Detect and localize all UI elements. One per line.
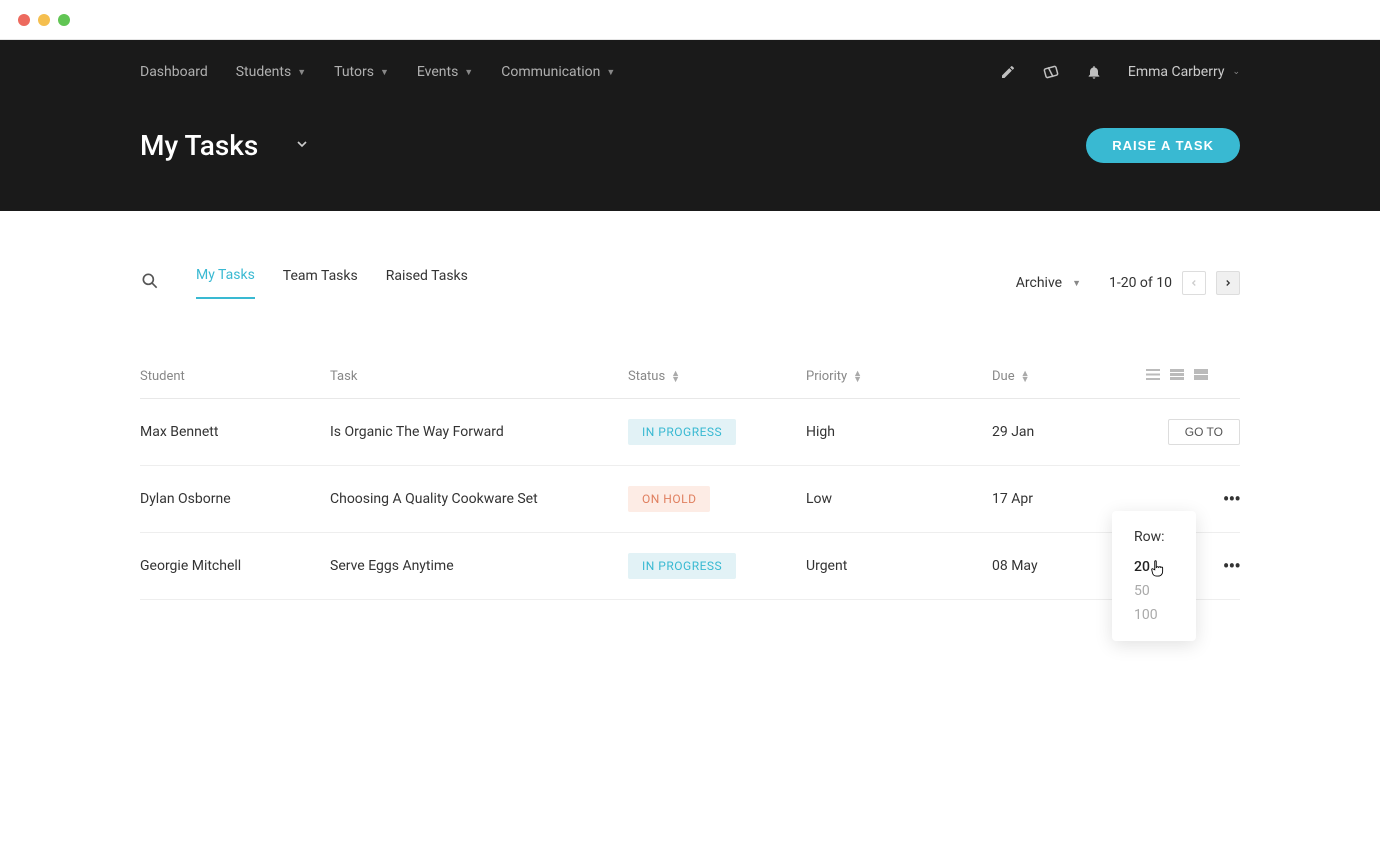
view-wide-icon[interactable] <box>1194 369 1208 384</box>
tabs-left: My Tasks Team Tasks Raised Tasks <box>140 267 468 299</box>
col-header-status[interactable]: Status ▲▼ <box>628 369 806 384</box>
row-option-50[interactable]: 50 <box>1134 579 1174 603</box>
cell-status: IN PROGRESS <box>628 553 806 579</box>
col-header-priority[interactable]: Priority ▲▼ <box>806 369 992 384</box>
tasks-table: Student Task Status ▲▼ Priority ▲▼ Due ▲▼ M… <box>140 369 1240 600</box>
table-row[interactable]: Georgie MitchellServe Eggs AnytimeIN PRO… <box>140 533 1240 600</box>
cell-due: 29 Jan <box>992 424 1148 440</box>
edit-icon[interactable] <box>1000 64 1016 80</box>
search-icon[interactable] <box>140 271 160 295</box>
status-badge: IN PROGRESS <box>628 553 736 579</box>
cell-due: 17 Apr <box>992 491 1148 507</box>
col-header-label: Due <box>992 369 1015 384</box>
col-header-task[interactable]: Task <box>330 369 628 384</box>
minimize-window-dot[interactable] <box>38 14 50 26</box>
nav-label: Tutors <box>334 64 374 80</box>
page-title: My Tasks <box>140 129 258 162</box>
pager: 1-20 of 10 <box>1109 271 1240 295</box>
row-actions: GO TO <box>1168 419 1240 445</box>
nav-students[interactable]: Students ▼ <box>236 64 306 80</box>
caret-down-icon: ▼ <box>297 67 306 78</box>
cell-task: Choosing A Quality Cookware Set <box>330 491 628 507</box>
row-actions: ••• <box>1223 554 1240 578</box>
top-nav: Dashboard Students ▼ Tutors ▼ Events ▼ Comm… <box>140 40 1240 100</box>
nav-label: Communication <box>501 64 600 80</box>
status-badge: ON HOLD <box>628 486 710 512</box>
sort-icon: ▲▼ <box>671 371 680 383</box>
maximize-window-dot[interactable] <box>58 14 70 26</box>
nav-events[interactable]: Events ▼ <box>417 64 473 80</box>
table-row[interactable]: Max BennettIs Organic The Way ForwardIN … <box>140 399 1240 466</box>
cell-status: IN PROGRESS <box>628 419 806 445</box>
nav-label: Events <box>417 64 458 80</box>
pager-next-button[interactable] <box>1216 271 1240 295</box>
cell-priority: Low <box>806 491 992 507</box>
archive-label: Archive <box>1016 275 1062 291</box>
user-name: Emma Carberry <box>1128 64 1225 80</box>
window-chrome <box>0 0 1380 40</box>
col-header-label: Status <box>628 369 665 384</box>
chevron-down-icon[interactable] <box>294 136 310 156</box>
nav-left: Dashboard Students ▼ Tutors ▼ Events ▼ Comm… <box>140 64 615 80</box>
tab-my-tasks[interactable]: My Tasks <box>196 267 255 299</box>
caret-down-icon: ▼ <box>1072 278 1081 289</box>
cell-priority: High <box>806 424 992 440</box>
go-to-button[interactable]: GO TO <box>1168 419 1240 445</box>
col-header-due[interactable]: Due ▲▼ <box>992 369 1148 384</box>
col-header-label: Priority <box>806 369 847 384</box>
table-body: Max BennettIs Organic The Way ForwardIN … <box>140 399 1240 600</box>
bell-icon[interactable] <box>1086 64 1102 80</box>
table-row[interactable]: Dylan OsborneChoosing A Quality Cookware… <box>140 466 1240 533</box>
user-menu[interactable]: Emma Carberry ⌄ <box>1128 64 1240 80</box>
nav-communication[interactable]: Communication ▼ <box>501 64 615 80</box>
cell-student: Dylan Osborne <box>140 491 330 507</box>
tabs-right: Archive ▼ 1-20 of 10 <box>1016 271 1240 295</box>
view-normal-icon[interactable] <box>1170 369 1184 384</box>
page-head: My Tasks RAISE A TASK <box>140 100 1240 211</box>
cell-student: Georgie Mitchell <box>140 558 330 574</box>
pager-prev-button[interactable] <box>1182 271 1206 295</box>
more-actions-icon[interactable]: ••• <box>1223 554 1240 578</box>
cell-task: Serve Eggs Anytime <box>330 558 628 574</box>
nav-right: Emma Carberry ⌄ <box>1000 63 1240 81</box>
nav-label: Dashboard <box>140 64 208 80</box>
view-compact-icon[interactable] <box>1146 369 1160 384</box>
sort-icon: ▲▼ <box>853 371 862 383</box>
tab-raised-tasks[interactable]: Raised Tasks <box>386 268 468 298</box>
raise-task-button[interactable]: RAISE A TASK <box>1086 128 1240 163</box>
nav-tutors[interactable]: Tutors ▼ <box>334 64 389 80</box>
row-option-100[interactable]: 100 <box>1134 603 1174 627</box>
tabs-row: My Tasks Team Tasks Raised Tasks Archive… <box>140 211 1240 299</box>
more-actions-icon[interactable]: ••• <box>1223 487 1240 511</box>
cell-priority: Urgent <box>806 558 992 574</box>
header: Dashboard Students ▼ Tutors ▼ Events ▼ Comm… <box>0 40 1380 211</box>
caret-down-icon: ▼ <box>464 67 473 78</box>
row-popup-label: Row: <box>1134 529 1174 545</box>
cell-status: ON HOLD <box>628 486 806 512</box>
content: My Tasks Team Tasks Raised Tasks Archive… <box>0 211 1380 600</box>
close-window-dot[interactable] <box>18 14 30 26</box>
rows-per-page-popup: Row: 20 50 100 <box>1112 511 1196 641</box>
nav-dashboard[interactable]: Dashboard <box>140 64 208 80</box>
table-header: Student Task Status ▲▼ Priority ▲▼ Due ▲▼ <box>140 369 1240 399</box>
chevron-down-icon: ⌄ <box>1232 67 1240 77</box>
archive-dropdown[interactable]: Archive ▼ <box>1016 275 1081 291</box>
ticket-icon[interactable] <box>1042 63 1060 81</box>
status-badge: IN PROGRESS <box>628 419 736 445</box>
page-title-wrap: My Tasks <box>140 129 310 162</box>
row-actions: ••• <box>1223 487 1240 511</box>
col-header-student[interactable]: Student <box>140 369 330 384</box>
caret-down-icon: ▼ <box>380 67 389 78</box>
row-option-20[interactable]: 20 <box>1134 555 1174 579</box>
pager-text: 1-20 of 10 <box>1109 275 1172 291</box>
tab-team-tasks[interactable]: Team Tasks <box>283 268 358 298</box>
cell-student: Max Bennett <box>140 424 330 440</box>
sort-icon: ▲▼ <box>1021 371 1030 383</box>
view-toggle-group <box>1148 369 1208 384</box>
cell-task: Is Organic The Way Forward <box>330 424 628 440</box>
nav-label: Students <box>236 64 291 80</box>
caret-down-icon: ▼ <box>606 67 615 78</box>
